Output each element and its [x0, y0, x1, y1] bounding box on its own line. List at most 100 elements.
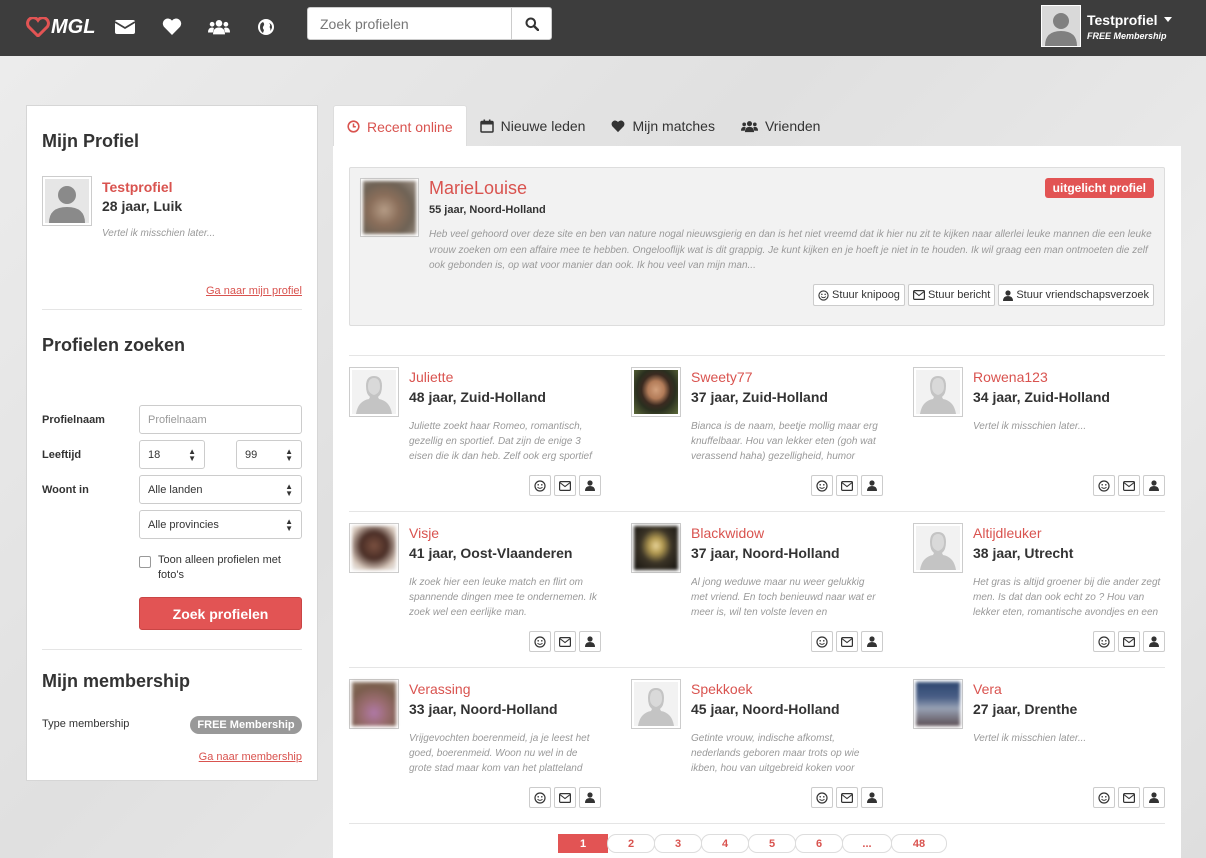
heart-logo-icon	[26, 17, 50, 37]
profile-desc: Al jong weduwe maar nu weer gelukkig met…	[691, 577, 876, 618]
profile-photo[interactable]	[631, 523, 681, 573]
logo[interactable]: MGL	[26, 13, 95, 41]
message-button[interactable]	[1118, 475, 1140, 496]
envelope-icon[interactable]	[114, 16, 136, 38]
country-select[interactable]: Alle landen ▲ ▼	[139, 475, 302, 504]
profile-name-link[interactable]: Rowena123	[973, 369, 1048, 385]
profile-photo[interactable]	[631, 679, 681, 729]
tab-new-members[interactable]: Nieuwe leden	[467, 105, 599, 147]
profile-name-link[interactable]: Visje	[409, 525, 439, 541]
page-6[interactable]: 6	[795, 834, 843, 853]
friend-request-button[interactable]	[579, 787, 601, 808]
tab-recent-online[interactable]: Recent online	[333, 105, 467, 147]
user-menu[interactable]: Testprofiel FREE Membership	[1041, 5, 1172, 47]
membership-type-label: Type membership	[42, 718, 130, 730]
wink-button[interactable]: Stuur knipoog	[813, 284, 905, 306]
wink-button[interactable]	[529, 631, 551, 652]
search-button[interactable]	[511, 8, 551, 39]
profile-name-link[interactable]: Altijdleuker	[973, 525, 1041, 541]
heart-icon[interactable]	[161, 16, 183, 38]
profile-name-link[interactable]: Verassing	[409, 681, 470, 697]
friend-request-button[interactable]	[861, 475, 883, 496]
friend-request-button[interactable]	[1143, 475, 1165, 496]
page-4[interactable]: 4	[701, 834, 749, 853]
profile-name-input[interactable]: Profielnaam	[139, 405, 302, 434]
wink-button[interactable]	[529, 475, 551, 496]
wink-button[interactable]	[1093, 787, 1115, 808]
profile-desc: Vertel ik misschien later...	[973, 421, 1087, 432]
profile-name-link[interactable]: Juliette	[409, 369, 453, 385]
friend-request-button[interactable]	[1143, 631, 1165, 652]
globe-icon[interactable]	[255, 16, 277, 38]
friend-request-button[interactable]	[579, 631, 601, 652]
tab-friends[interactable]: Vrienden	[728, 105, 834, 147]
smile-icon	[1098, 479, 1110, 492]
friend-request-button[interactable]	[1143, 787, 1165, 808]
wink-label: Stuur knipoog	[832, 289, 900, 301]
profile-name-link[interactable]: Vera	[973, 681, 1002, 697]
friend-request-button[interactable]	[579, 475, 601, 496]
profile-photo[interactable]	[349, 523, 399, 573]
profile-name-link[interactable]: Blackwidow	[691, 525, 764, 541]
wink-button[interactable]	[1093, 631, 1115, 652]
photo-only-label[interactable]: Toon alleen profielen met foto's	[158, 553, 298, 583]
wink-button[interactable]	[811, 475, 833, 496]
message-button[interactable]	[554, 475, 576, 496]
profile-link[interactable]: Ga naar mijn profiel	[206, 285, 302, 297]
profile-photo[interactable]	[349, 679, 399, 729]
profile-photo[interactable]	[913, 367, 963, 417]
message-button[interactable]	[1118, 631, 1140, 652]
top-navbar: MGL Testprofiel FREE Membership	[0, 0, 1206, 56]
profile-photo[interactable]	[913, 679, 963, 729]
age-max-value: 99	[245, 448, 258, 461]
page-ellipsis[interactable]: ...	[842, 834, 892, 853]
profile-photo[interactable]	[913, 523, 963, 573]
profile-age: 28 jaar, Luik	[102, 198, 183, 214]
caret-down-icon	[1163, 17, 1172, 22]
photo-only-checkbox[interactable]	[139, 556, 151, 568]
message-button[interactable]	[836, 631, 858, 652]
age-min-input[interactable]: 18 ▲ ▼	[139, 440, 205, 469]
smile-icon	[1098, 635, 1110, 648]
message-button[interactable]	[1118, 787, 1140, 808]
membership-heading: Mijn membership	[42, 671, 191, 691]
friend-request-button[interactable]: Stuur vriendschapsverzoek	[998, 284, 1154, 306]
wink-button[interactable]	[529, 787, 551, 808]
page-48[interactable]: 48	[891, 834, 947, 853]
profile-photo[interactable]	[349, 367, 399, 417]
message-button[interactable]: Stuur bericht	[907, 284, 996, 306]
page-3[interactable]: 3	[654, 834, 702, 853]
search-icon	[525, 17, 539, 31]
message-button[interactable]	[554, 631, 576, 652]
wink-button[interactable]	[811, 787, 833, 808]
province-select[interactable]: Alle provincies ▲ ▼	[139, 510, 302, 539]
page-5[interactable]: 5	[748, 834, 796, 853]
featured-avatar[interactable]	[360, 178, 419, 237]
message-button[interactable]	[836, 475, 858, 496]
profile-photo[interactable]	[631, 367, 681, 417]
message-button[interactable]	[836, 787, 858, 808]
age-max-input[interactable]: 99 ▲ ▼	[236, 440, 302, 469]
tab-label: Recent online	[367, 118, 453, 135]
profile-name-link[interactable]: Sweety77	[691, 369, 752, 385]
users-icon[interactable]	[208, 16, 230, 38]
wink-button[interactable]	[811, 631, 833, 652]
search-input[interactable]	[308, 8, 511, 39]
profile-name-link[interactable]: Testprofiel	[102, 179, 173, 195]
page-1[interactable]: 1	[558, 834, 608, 853]
profile-name-link[interactable]: Spekkoek	[691, 681, 752, 697]
spinner-icon[interactable]: ▲ ▼	[285, 447, 293, 462]
profile-avatar[interactable]	[42, 176, 92, 226]
page-2[interactable]: 2	[607, 834, 655, 853]
featured-name[interactable]: MarieLouise	[429, 178, 527, 199]
friend-request-button[interactable]	[861, 631, 883, 652]
spinner-icon[interactable]: ▲ ▼	[188, 447, 196, 462]
friend-request-button[interactable]	[861, 787, 883, 808]
profile-age: 41 jaar, Oost-Vlaanderen	[409, 545, 573, 561]
tab-my-matches[interactable]: Mijn matches	[598, 105, 727, 147]
membership-link[interactable]: Ga naar membership	[199, 751, 302, 763]
search-bar	[307, 7, 552, 40]
message-button[interactable]	[554, 787, 576, 808]
wink-button[interactable]	[1093, 475, 1115, 496]
search-profiles-button[interactable]: Zoek profielen	[139, 597, 302, 630]
